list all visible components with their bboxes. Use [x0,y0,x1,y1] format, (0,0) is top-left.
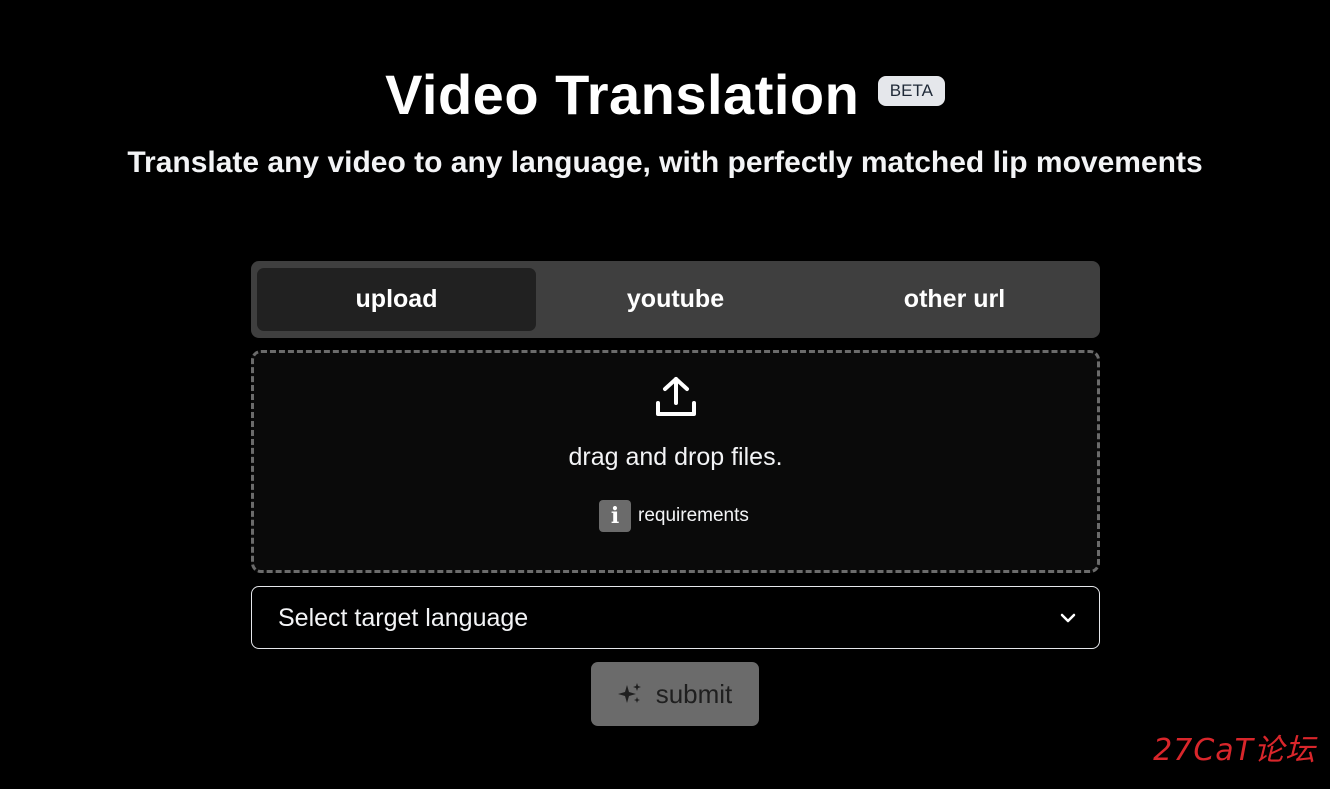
target-language-placeholder: Select target language [278,604,529,632]
requirements-link[interactable]: i requirements [599,500,749,532]
submit-label: submit [655,678,733,709]
chevron-down-icon [1060,613,1076,623]
page-subtitle: Translate any video to any language, wit… [127,146,1203,179]
source-tabs: upload youtube other url [251,261,1100,338]
upload-icon [656,377,696,416]
tab-other-url[interactable]: other url [815,268,1094,331]
submit-button[interactable]: submit [591,662,759,726]
tab-youtube[interactable]: youtube [536,268,815,331]
title-row: Video Translation BETA [0,62,1330,128]
watermark-text: 27CaT论坛 [1153,733,1316,768]
video-translation-page: Video Translation BETA Translate any vid… [0,0,1330,789]
requirements-label: requirements [638,505,749,526]
info-icon: i [599,500,631,532]
sparkle-icon [617,683,641,703]
beta-badge: BETA [877,76,945,106]
page-title: Video Translation [385,63,860,126]
dropzone-text: drag and drop files. [568,443,783,471]
target-language-select[interactable]: Select target language [251,586,1100,649]
tab-upload[interactable]: upload [257,268,536,331]
file-dropzone[interactable]: drag and drop files. i requirements [251,350,1100,573]
